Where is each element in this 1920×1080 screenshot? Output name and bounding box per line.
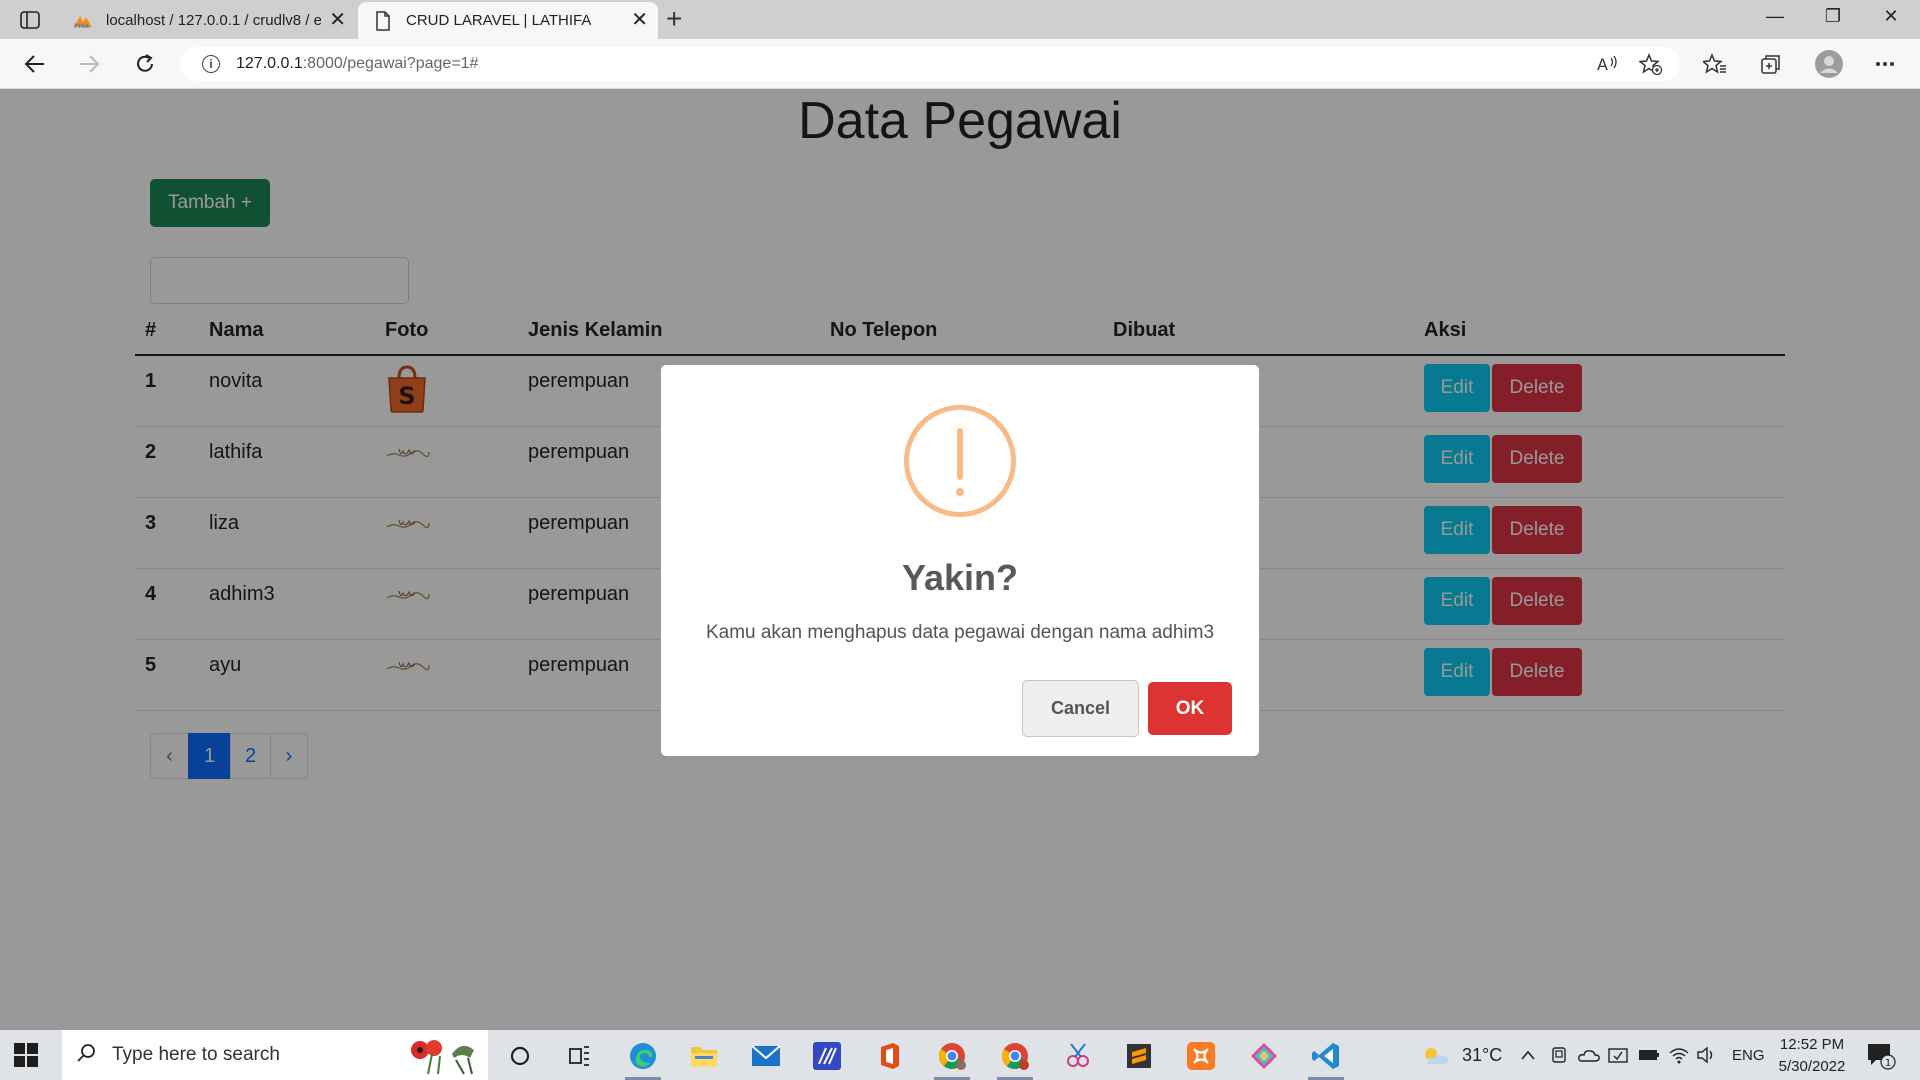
warning-icon [904,405,1016,517]
clock-time: 12:52 PM [1779,1036,1845,1053]
weather-cloud-sun-icon [1425,1048,1449,1064]
browser-tab-bar: PMA localhost / 127.0.0.1 / crudlv8 / e … [0,0,1920,39]
weather-temp: 31°C [1462,1044,1503,1065]
show-hidden-icons[interactable] [1520,1030,1536,1080]
search-placeholder: Type here to search [112,1044,280,1065]
edge-browser-icon[interactable] [619,1036,667,1080]
vscode-icon[interactable] [1302,1036,1350,1080]
svg-text:PMA: PMA [74,23,89,29]
url-input[interactable]: i 127.0.0.1:8000/pegawai?page=1# [180,47,1680,81]
notification-count: 1 [1885,1058,1891,1069]
security-icon[interactable] [1608,1030,1628,1080]
forward-icon[interactable] [74,50,104,78]
restore-icon[interactable]: ❐ [1818,6,1848,27]
back-icon[interactable] [20,50,50,78]
clock-date: 5/30/2022 [1778,1058,1846,1075]
svg-text:A: A [1597,55,1608,74]
office-icon[interactable] [866,1036,914,1076]
address-bar-row: i 127.0.0.1:8000/pegawai?page=1# A [0,39,1920,89]
tray-app-icon[interactable] [1550,1030,1568,1080]
windows-taskbar: Type here to search 31°C ENG 12:52 PM 5/… [0,1030,1920,1080]
sublime-text-icon[interactable] [1115,1036,1163,1076]
profile-avatar-icon[interactable] [1814,49,1844,79]
weather-widget[interactable]: 31°C [1420,1030,1502,1080]
cancel-button[interactable]: Cancel [1022,680,1139,737]
git-kraken-icon[interactable] [1240,1036,1288,1076]
read-aloud-icon[interactable]: A [1594,52,1620,76]
vector-app-icon[interactable] [803,1036,851,1076]
notifications-icon[interactable]: 1 [1866,1042,1896,1075]
onedrive-icon[interactable] [1578,1030,1600,1080]
close-window-icon[interactable]: ✕ [1876,6,1906,27]
tab-title: CRUD LARAVEL | LATHIFA [406,12,592,29]
refresh-icon[interactable] [130,50,160,78]
xampp-icon[interactable] [1177,1036,1225,1076]
new-tab-icon[interactable]: + [666,4,682,34]
document-icon [372,10,394,31]
close-tab-icon[interactable]: ✕ [329,10,346,30]
task-view-icon[interactable] [556,1036,604,1076]
chrome-profile-2-icon[interactable] [991,1036,1039,1080]
add-favorite-icon[interactable] [1638,52,1664,76]
battery-icon[interactable] [1638,1030,1660,1080]
url-text: 127.0.0.1:8000/pegawai?page=1# [236,55,479,72]
favorites-icon[interactable] [1702,52,1728,76]
more-options-icon[interactable] [1872,52,1898,76]
clock[interactable]: 12:52 PM 5/30/2022 [1762,1034,1862,1078]
minimize-icon[interactable]: — [1760,6,1790,27]
dialog-message: Kamu akan menghapus data pegawai dengan … [705,622,1215,643]
language-indicator[interactable]: ENG [1732,1030,1765,1080]
tab-actions-icon[interactable] [14,8,46,32]
phpmyadmin-icon: PMA [72,11,94,31]
search-icon [76,1043,96,1068]
ok-button[interactable]: OK [1148,682,1232,735]
volume-icon[interactable] [1696,1030,1716,1080]
tab-title: localhost / 127.0.0.1 / crudlv8 / e [106,12,321,29]
file-explorer-icon[interactable] [680,1036,728,1076]
confirm-delete-dialog: Yakin? Kamu akan menghapus data pegawai … [661,365,1259,756]
dialog-title: Yakin? [901,557,1019,598]
mail-icon[interactable] [742,1036,790,1076]
snipping-tool-icon[interactable] [1054,1036,1102,1076]
cortana-icon[interactable] [496,1036,544,1076]
tab-crud-laravel[interactable]: CRUD LARAVEL | LATHIFA ✕ [358,2,658,39]
site-info-icon[interactable]: i [202,55,220,73]
close-tab-icon[interactable]: ✕ [631,10,648,30]
chrome-profile-1-icon[interactable] [928,1036,976,1080]
windows-start-icon[interactable] [14,1043,38,1067]
wifi-icon[interactable] [1668,1030,1690,1080]
search-highlight-icon [398,1036,478,1080]
collections-icon[interactable] [1758,52,1784,76]
tab-phpmyadmin[interactable]: PMA localhost / 127.0.0.1 / crudlv8 / e … [60,2,356,39]
taskbar-search-input[interactable]: Type here to search [62,1030,488,1080]
